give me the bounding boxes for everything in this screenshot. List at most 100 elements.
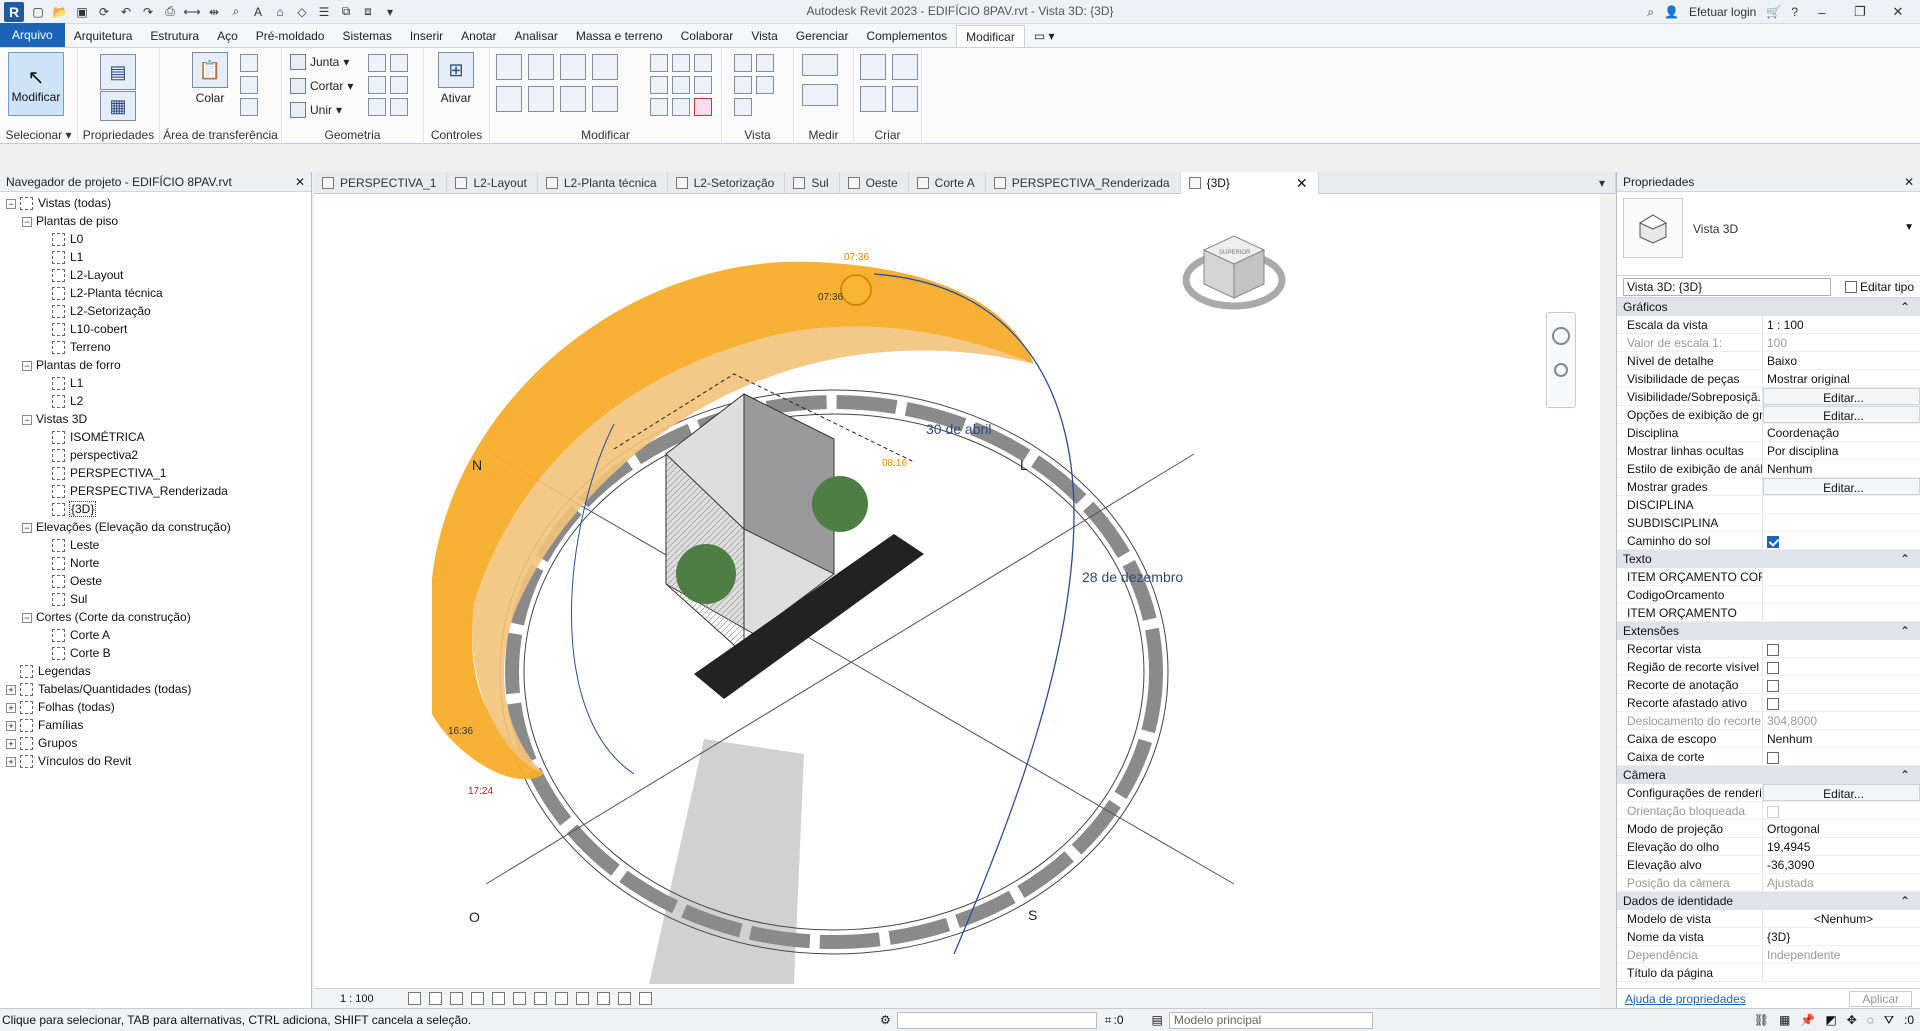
- expand-toggle-icon[interactable]: −: [22, 360, 32, 371]
- property-value[interactable]: 19,4945: [1763, 838, 1920, 855]
- browser-item[interactable]: − Elevações (Elevação da construção): [0, 518, 311, 536]
- steering-wheel-icon[interactable]: [1552, 327, 1570, 345]
- property-value[interactable]: Coordenação: [1763, 424, 1920, 441]
- cart-icon[interactable]: 🛒: [1766, 5, 1781, 19]
- browser-item[interactable]: − Cortes (Corte da construção): [0, 608, 311, 626]
- trim-single-icon[interactable]: [650, 98, 668, 116]
- tab-8[interactable]: Analisar: [506, 25, 567, 47]
- background-processes-icon[interactable]: ◌: [1867, 1013, 1874, 1027]
- property-checkbox[interactable]: [1767, 679, 1779, 692]
- expand-toggle-icon[interactable]: −: [22, 216, 32, 227]
- drawing-area[interactable]: N L O S 30 de abril 28 de dezembro 07:36…: [314, 194, 1600, 988]
- close-hidden-icon[interactable]: ⧉: [338, 4, 354, 20]
- paint-icon[interactable]: [734, 98, 752, 116]
- expand-toggle-icon[interactable]: +: [6, 720, 16, 731]
- browser-item[interactable]: PERSPECTIVA_1: [0, 464, 311, 482]
- array-icon[interactable]: [650, 76, 668, 94]
- chevron-down-icon[interactable]: ▼: [1904, 222, 1914, 233]
- design-option-selector[interactable]: Modelo principal: [1168, 1011, 1373, 1029]
- dimension-icon[interactable]: ⇹: [206, 4, 222, 20]
- browser-item[interactable]: − Vistas 3D: [0, 410, 311, 428]
- geom-tool-2-icon[interactable]: [390, 54, 408, 72]
- property-checkbox[interactable]: [1767, 751, 1779, 764]
- pattern-icon[interactable]: [756, 76, 774, 94]
- modify-button[interactable]: ↖ Modificar: [8, 52, 64, 116]
- select-underlay-icon[interactable]: ▦: [1779, 1013, 1790, 1027]
- paste-button[interactable]: 📋 Colar: [192, 52, 228, 105]
- reveal-hidden-icon[interactable]: [596, 992, 610, 1005]
- browser-item[interactable]: + Folhas (todas): [0, 698, 311, 716]
- property-value[interactable]: <Nenhum>: [1763, 910, 1920, 927]
- expand-toggle-icon[interactable]: +: [6, 738, 16, 749]
- new-icon[interactable]: ▢: [30, 4, 46, 20]
- browser-item[interactable]: + Grupos: [0, 734, 311, 752]
- text-icon[interactable]: A: [250, 4, 266, 20]
- open-icon[interactable]: 📂: [52, 4, 68, 20]
- property-value[interactable]: [1763, 694, 1920, 711]
- align-icon[interactable]: [496, 54, 522, 80]
- tab-0[interactable]: Arquivo: [0, 23, 65, 47]
- browser-item[interactable]: L2-Setorização: [0, 302, 311, 320]
- expand-toggle-icon[interactable]: −: [22, 522, 32, 533]
- split-gap-icon[interactable]: [672, 54, 690, 72]
- browser-item[interactable]: − Vistas (todas): [0, 194, 311, 212]
- undo-icon[interactable]: ↶: [118, 4, 134, 20]
- property-checkbox[interactable]: [1767, 661, 1779, 674]
- property-value[interactable]: [1763, 640, 1920, 657]
- view-tab[interactable]: {3D} ✕: [1180, 172, 1319, 194]
- sun-path-icon[interactable]: [449, 992, 463, 1005]
- geom-tool-6-icon[interactable]: [390, 98, 408, 116]
- scale-label[interactable]: 1 : 100: [340, 993, 374, 1005]
- browser-item[interactable]: Corte A: [0, 626, 311, 644]
- expand-toggle-icon[interactable]: +: [6, 684, 16, 695]
- property-value[interactable]: Editar...: [1763, 406, 1920, 423]
- property-value[interactable]: Mostrar original: [1763, 370, 1920, 387]
- browser-item[interactable]: − Plantas de piso: [0, 212, 311, 230]
- view-tab[interactable]: PERSPECTIVA_Renderizada: [986, 172, 1181, 194]
- tab-11[interactable]: Vista: [742, 25, 786, 47]
- browser-item[interactable]: PERSPECTIVA_Renderizada: [0, 482, 311, 500]
- offset-icon[interactable]: [528, 54, 554, 80]
- drag-elements-icon[interactable]: ✥: [1847, 1013, 1857, 1027]
- view-cube[interactable]: SUPERIOR: [1182, 235, 1286, 310]
- browser-item[interactable]: Terreno: [0, 338, 311, 356]
- property-value[interactable]: {3D}: [1763, 928, 1920, 945]
- expand-toggle-icon[interactable]: −: [6, 198, 16, 209]
- detail-level-icon[interactable]: [407, 992, 421, 1005]
- property-checkbox[interactable]: [1767, 535, 1779, 548]
- view-tab[interactable]: L2-Setorização: [668, 172, 786, 194]
- property-group-header[interactable]: Gráficos ⌃: [1617, 298, 1920, 316]
- tab-13[interactable]: Complementos: [857, 25, 956, 47]
- collapse-icon[interactable]: ⌃: [1900, 892, 1910, 910]
- zoom-icon[interactable]: [1554, 363, 1568, 377]
- view-tab[interactable]: Sul: [785, 172, 840, 194]
- cut-geometry-button[interactable]: Cortar ▾: [290, 78, 353, 94]
- property-value[interactable]: Por disciplina: [1763, 442, 1920, 459]
- collapse-icon[interactable]: ⌃: [1900, 766, 1910, 784]
- tab-1[interactable]: Arquitetura: [65, 25, 142, 47]
- expand-toggle-icon[interactable]: +: [6, 702, 16, 713]
- delete-icon[interactable]: [694, 98, 712, 116]
- analytical-model-icon[interactable]: [617, 992, 631, 1005]
- sun-icon[interactable]: [840, 274, 872, 306]
- print-icon[interactable]: ⎙: [162, 4, 178, 20]
- tab-4[interactable]: Pré-moldado: [247, 25, 334, 47]
- collapse-icon[interactable]: ⌃: [1900, 298, 1910, 316]
- mirror-axis-icon[interactable]: [560, 54, 586, 80]
- instance-selector[interactable]: Vista 3D: {3D}: [1623, 277, 1831, 296]
- property-value[interactable]: Ortogonal: [1763, 820, 1920, 837]
- minimize-button[interactable]: –: [1808, 5, 1836, 20]
- property-value[interactable]: [1763, 964, 1920, 981]
- tab-9[interactable]: Massa e terreno: [567, 25, 672, 47]
- browser-item[interactable]: L10-cobert: [0, 320, 311, 338]
- help-icon[interactable]: ?: [1791, 5, 1798, 19]
- browser-item[interactable]: {3D}: [0, 500, 311, 518]
- pin-icon[interactable]: [694, 76, 712, 94]
- visual-style-icon[interactable]: [428, 992, 442, 1005]
- property-value[interactable]: [1763, 676, 1920, 693]
- match-icon[interactable]: [240, 98, 258, 116]
- editable-only-icon[interactable]: ⌗: [1105, 1013, 1112, 1028]
- login-button[interactable]: Efetuar login: [1689, 5, 1756, 19]
- geom-tool-3-icon[interactable]: [368, 76, 386, 94]
- create-parts-icon[interactable]: [892, 54, 918, 80]
